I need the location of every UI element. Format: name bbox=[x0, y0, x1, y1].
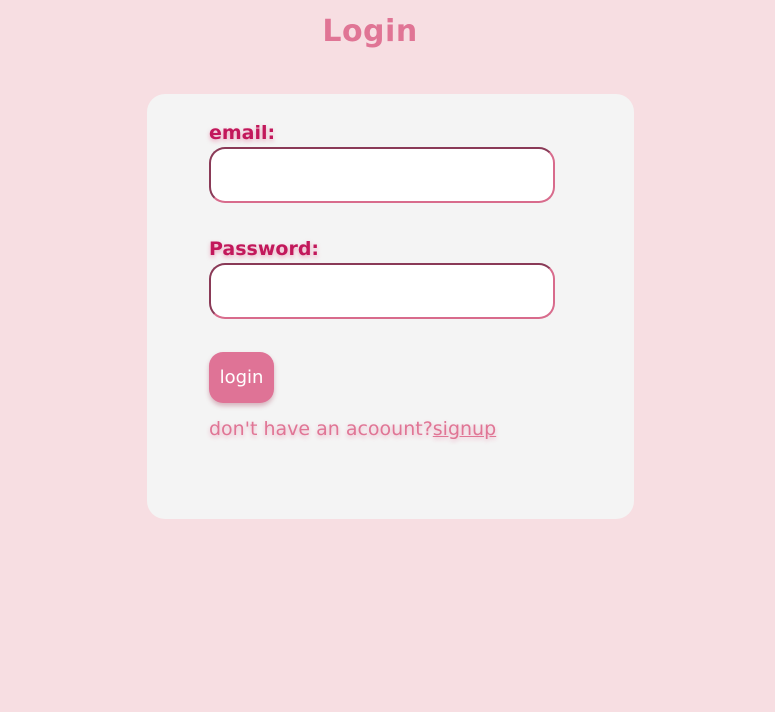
signup-prompt: don't have an acoount? bbox=[209, 418, 433, 440]
signup-link[interactable]: signup bbox=[433, 418, 496, 440]
signup-row: don't have an acoount?signup bbox=[209, 418, 496, 440]
page-title: Login bbox=[322, 14, 418, 49]
login-card: email: Password: login don't have an aco… bbox=[147, 94, 634, 519]
email-label: email: bbox=[209, 122, 276, 144]
password-label: Password: bbox=[209, 238, 320, 260]
password-field[interactable] bbox=[209, 263, 555, 319]
email-field[interactable] bbox=[209, 147, 555, 203]
login-button[interactable]: login bbox=[209, 352, 274, 403]
